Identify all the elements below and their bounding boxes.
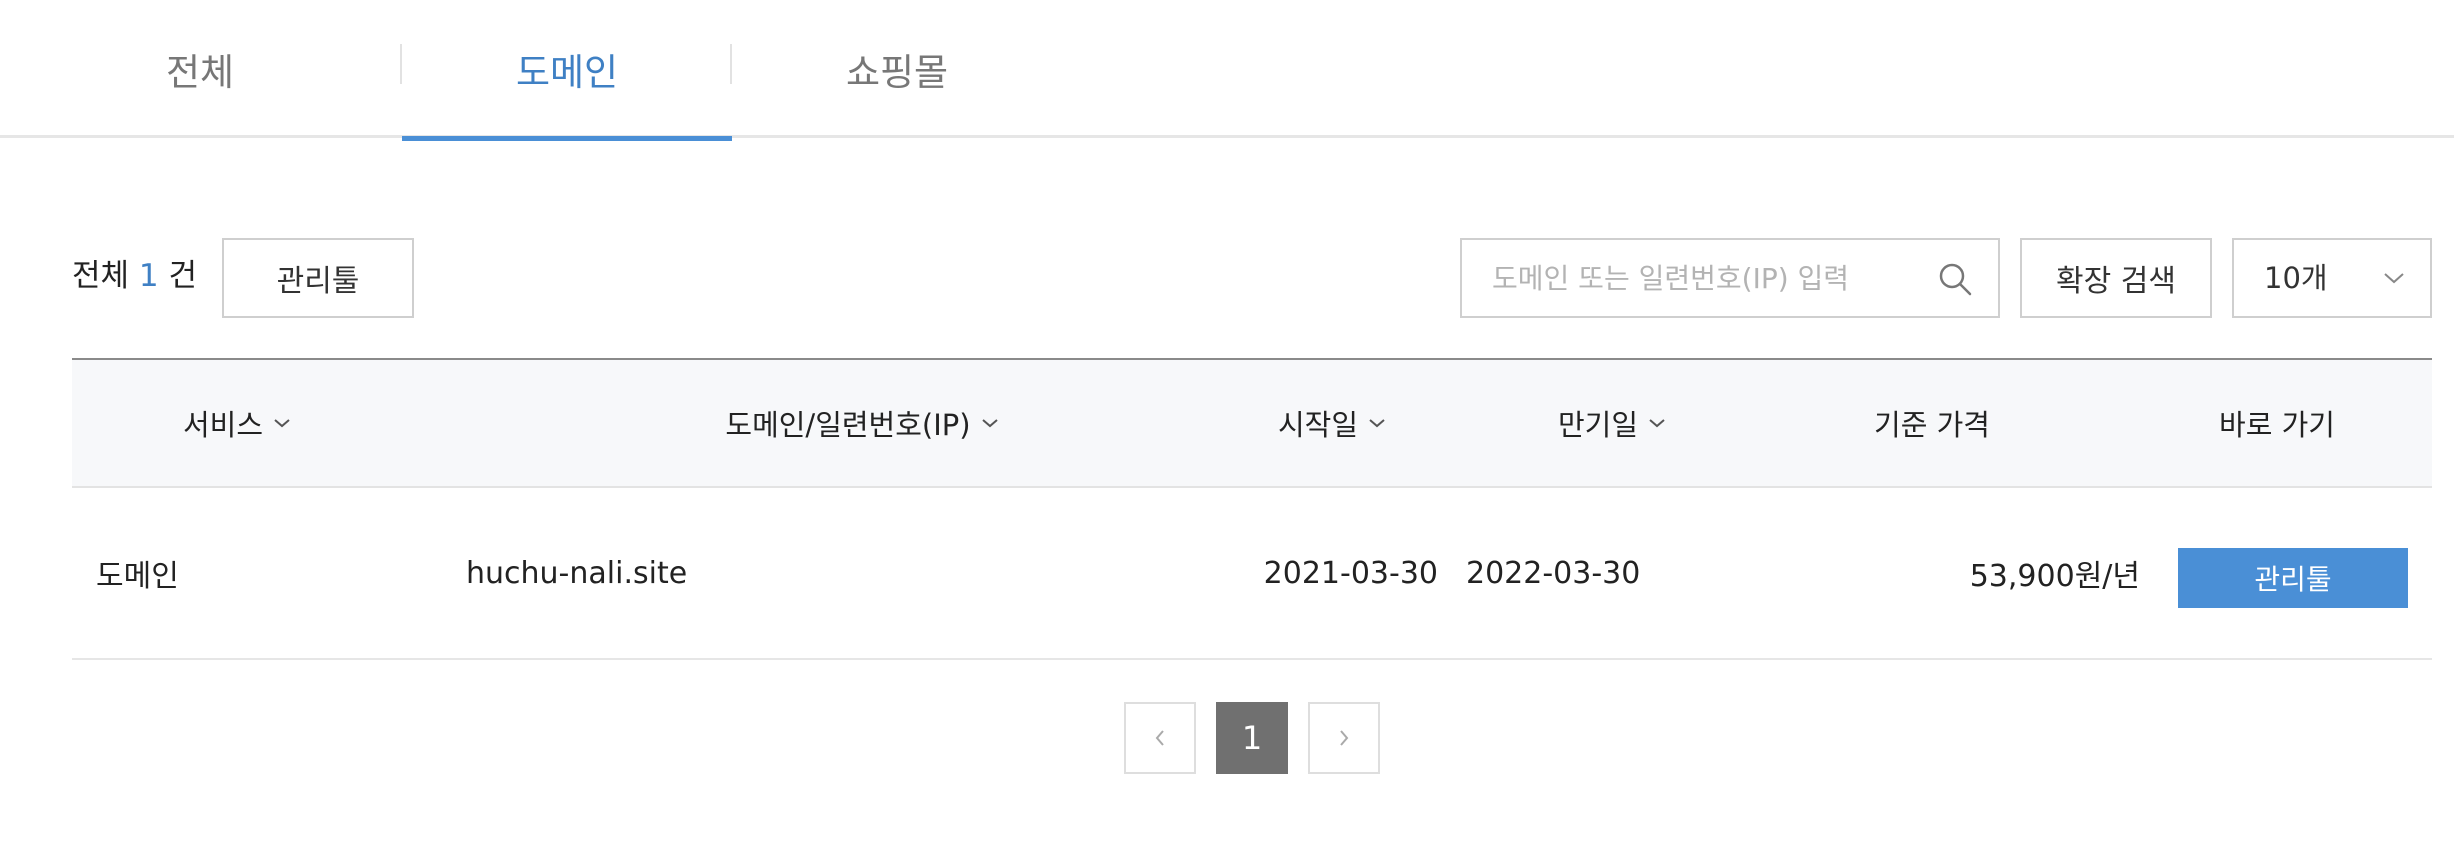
column-header-label: 바로 가기 [2219, 408, 2335, 442]
tab-all-label: 전체 [165, 51, 235, 94]
pagination-page-current[interactable]: 1 [1216, 702, 1288, 774]
tab-domain-label: 도메인 [515, 51, 619, 94]
search-input[interactable] [1490, 240, 1930, 316]
cell-start-date: 2021-03-30 [1263, 555, 1438, 591]
tab-shopping-mall[interactable]: 쇼핑몰 [732, 0, 1062, 138]
column-header-label: 시작일 [1277, 408, 1359, 442]
total-count-summary: 전체 1 건 [72, 250, 197, 295]
total-suffix: 건 [168, 258, 198, 294]
chevron-down-icon [274, 419, 290, 428]
search-box [1460, 238, 2000, 318]
pagination-prev-button[interactable] [1124, 702, 1196, 774]
column-header-label: 기준 가격 [1874, 408, 1990, 442]
manage-tool-button-label: 관리툴 [276, 264, 360, 299]
row-manage-tool-button-label: 관리툴 [2254, 564, 2332, 595]
chevron-left-icon [1155, 730, 1164, 746]
chevron-down-icon [2384, 273, 2404, 284]
total-count: 1 [138, 258, 159, 294]
domain-table: 서비스 도메인/일련번호(IP) 시작일 만기일 기준 가격 바로 가기 도메인… [72, 358, 2432, 660]
cell-price: 53,900원/년 [1969, 559, 2140, 594]
chevron-down-icon [1649, 419, 1665, 428]
column-header-shortcut: 바로 가기 [2122, 360, 2432, 486]
page-size-select[interactable]: 10개 [2232, 238, 2432, 318]
extended-search-button-label: 확장 검색 [2056, 264, 2176, 299]
chevron-right-icon [1340, 730, 1349, 746]
tab-bar: 전체 도메인 쇼핑몰 [0, 0, 2454, 141]
column-header-label: 도메인/일련번호(IP) [725, 408, 971, 442]
column-header-label: 서비스 [182, 408, 264, 442]
tab-all[interactable]: 전체 [0, 0, 400, 138]
tab-shopping-mall-label: 쇼핑몰 [845, 51, 949, 94]
tab-domain[interactable]: 도메인 [402, 0, 732, 141]
column-header-label: 만기일 [1557, 408, 1639, 442]
cell-domain: huchu-nali.site [466, 555, 688, 591]
column-header-domain[interactable]: 도메인/일련번호(IP) [602, 360, 1122, 486]
pagination-page-number: 1 [1241, 719, 1263, 757]
column-header-price: 기준 가격 [1772, 360, 2092, 486]
page-size-value: 10개 [2264, 261, 2328, 295]
cell-expire-date: 2022-03-30 [1466, 555, 1641, 591]
row-manage-tool-button[interactable]: 관리툴 [2178, 548, 2408, 608]
manage-tool-button[interactable]: 관리툴 [222, 238, 414, 318]
chevron-down-icon [981, 419, 998, 428]
chevron-down-icon [1369, 419, 1385, 428]
table-row: 도메인 huchu-nali.site 2021-03-30 2022-03-3… [72, 488, 2432, 660]
pagination-next-button[interactable] [1308, 702, 1380, 774]
column-header-expire-date[interactable]: 만기일 [1462, 360, 1762, 486]
extended-search-button[interactable]: 확장 검색 [2020, 238, 2212, 318]
search-icon[interactable] [1938, 262, 1972, 296]
cell-service: 도메인 [96, 559, 179, 594]
column-header-start-date[interactable]: 시작일 [1182, 360, 1482, 486]
total-prefix: 전체 [72, 258, 130, 294]
table-header: 서비스 도메인/일련번호(IP) 시작일 만기일 기준 가격 바로 가기 [72, 358, 2432, 488]
column-header-service[interactable]: 서비스 [72, 360, 402, 486]
